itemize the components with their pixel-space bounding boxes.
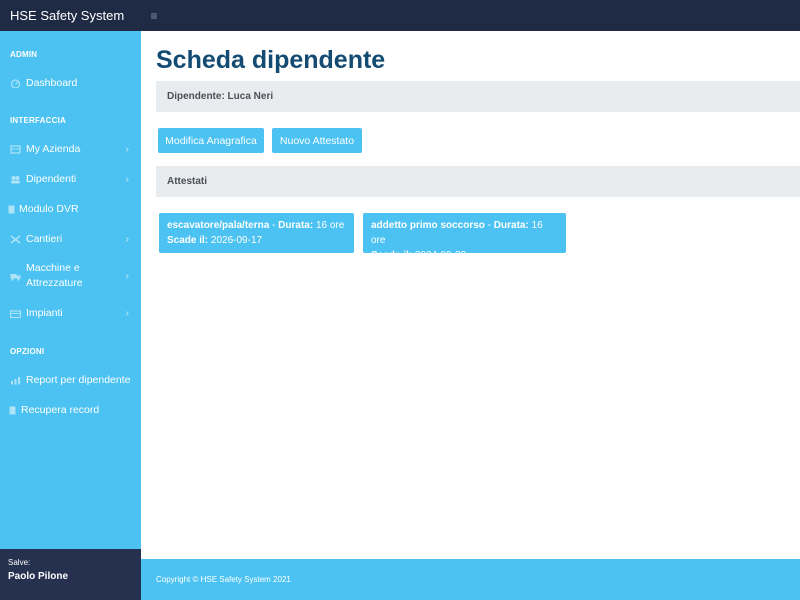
certificate-line-1: addetto primo soccorso - Durata: 16 ore bbox=[371, 218, 558, 248]
main-content: Scheda dipendente Dipendente: Luca Neri … bbox=[141, 31, 800, 559]
certificate-name: escavatore/pala/terna bbox=[167, 220, 270, 231]
footer: Copyright © HSE Safety System 2021 bbox=[141, 559, 800, 600]
duration-value: 16 ore bbox=[315, 220, 345, 231]
certificate-line-1: escavatore/pala/terna - Durata: 16 ore bbox=[167, 218, 346, 233]
employee-band: Dipendente: Luca Neri bbox=[156, 81, 800, 112]
users-icon bbox=[10, 175, 21, 184]
expiry-value: 2026-09-17 bbox=[210, 235, 263, 246]
chart-icon bbox=[10, 376, 21, 385]
chevron-right-icon: › bbox=[125, 173, 129, 185]
sidebar-item-label: Report per dipendente bbox=[26, 374, 131, 386]
sidebar-item-label: Attrezzature bbox=[26, 277, 83, 289]
sidebar-heading-admin: ADMIN bbox=[10, 50, 38, 59]
expiry-value: 2024-09-23 bbox=[414, 250, 467, 261]
sidebar-item-report-dipendente[interactable]: Report per dipendente bbox=[0, 371, 141, 389]
tools-icon bbox=[10, 234, 21, 244]
sidebar: ADMIN Dashboard INTERFACCIA My Azienda ›… bbox=[0, 31, 141, 600]
chevron-right-icon: › bbox=[125, 143, 129, 155]
page-title: Scheda dipendente bbox=[156, 46, 386, 74]
document-icon bbox=[8, 205, 15, 214]
duration-label: Durata: bbox=[493, 220, 529, 231]
expiry-label: Scade il: bbox=[371, 250, 413, 261]
sidebar-item-label: Macchine e bbox=[26, 262, 80, 274]
certificate-line-2: Scade il: 2024-09-23 bbox=[371, 248, 558, 263]
sidebar-item-label: Recupera record bbox=[21, 404, 100, 416]
app-brand[interactable]: HSE Safety System bbox=[0, 0, 141, 31]
chevron-right-icon: › bbox=[125, 233, 129, 245]
building-icon bbox=[10, 144, 21, 154]
sidebar-item-label-wrap: Macchine e Attrezzature bbox=[26, 261, 83, 291]
sidebar-item-impianti[interactable]: Impianti › bbox=[0, 304, 141, 322]
sidebar-item-label: Modulo DVR bbox=[19, 203, 79, 215]
sidebar-item-recupera-record[interactable]: Recupera record bbox=[0, 401, 141, 419]
user-name: Paolo Pilone bbox=[8, 571, 69, 582]
sidebar-item-label: Impianti bbox=[26, 307, 63, 319]
sidebar-item-label: My Azienda bbox=[26, 143, 81, 155]
sidebar-item-modulo-dvr[interactable]: Modulo DVR bbox=[0, 200, 141, 218]
edit-profile-button[interactable]: Modifica Anagrafica bbox=[158, 128, 264, 153]
certificate-card[interactable]: escavatore/pala/terna - Durata: 16 ore S… bbox=[159, 213, 354, 253]
sidebar-heading-interfaccia: INTERFACCIA bbox=[10, 116, 66, 125]
truck-icon bbox=[10, 272, 21, 281]
certificates-band: Attestati bbox=[156, 166, 800, 197]
user-box: Salve: Paolo Pilone bbox=[0, 549, 141, 600]
sidebar-item-dashboard[interactable]: Dashboard bbox=[0, 74, 141, 92]
duration-label: Durata: bbox=[278, 220, 314, 231]
sidebar-item-label: Dipendenti bbox=[26, 173, 77, 185]
industry-icon bbox=[10, 309, 21, 318]
menu-toggle-icon[interactable]: ≡ bbox=[146, 0, 162, 31]
certificate-line-2: Scade il: 2026-09-17 bbox=[167, 233, 346, 248]
top-navbar: HSE Safety System ≡ bbox=[0, 0, 800, 31]
certificate-separator: - bbox=[484, 220, 494, 231]
certificate-card[interactable]: addetto primo soccorso - Durata: 16 ore … bbox=[363, 213, 566, 261]
chevron-right-icon: › bbox=[125, 307, 129, 319]
sidebar-item-label: Dashboard bbox=[26, 77, 78, 89]
sidebar-item-dipendenti[interactable]: Dipendenti › bbox=[0, 170, 141, 188]
dashboard-icon bbox=[10, 78, 21, 88]
expiry-label: Scade il: bbox=[167, 235, 209, 246]
user-greeting: Salve: bbox=[8, 558, 31, 567]
copyright-text: Copyright © HSE Safety System 2021 bbox=[156, 575, 291, 584]
new-certificate-button[interactable]: Nuovo Attestato bbox=[272, 128, 362, 153]
sidebar-heading-opzioni: OPZIONI bbox=[10, 347, 45, 356]
certificate-separator: - bbox=[269, 220, 279, 231]
trash-icon bbox=[9, 406, 16, 415]
sidebar-item-macchine-attrezzature[interactable]: Macchine e Attrezzature › bbox=[0, 260, 141, 292]
sidebar-item-label: Cantieri bbox=[26, 233, 63, 245]
certificate-name: addetto primo soccorso bbox=[371, 220, 485, 231]
chevron-right-icon: › bbox=[125, 270, 129, 282]
sidebar-item-my-azienda[interactable]: My Azienda › bbox=[0, 140, 141, 158]
sidebar-item-cantieri[interactable]: Cantieri › bbox=[0, 230, 141, 248]
